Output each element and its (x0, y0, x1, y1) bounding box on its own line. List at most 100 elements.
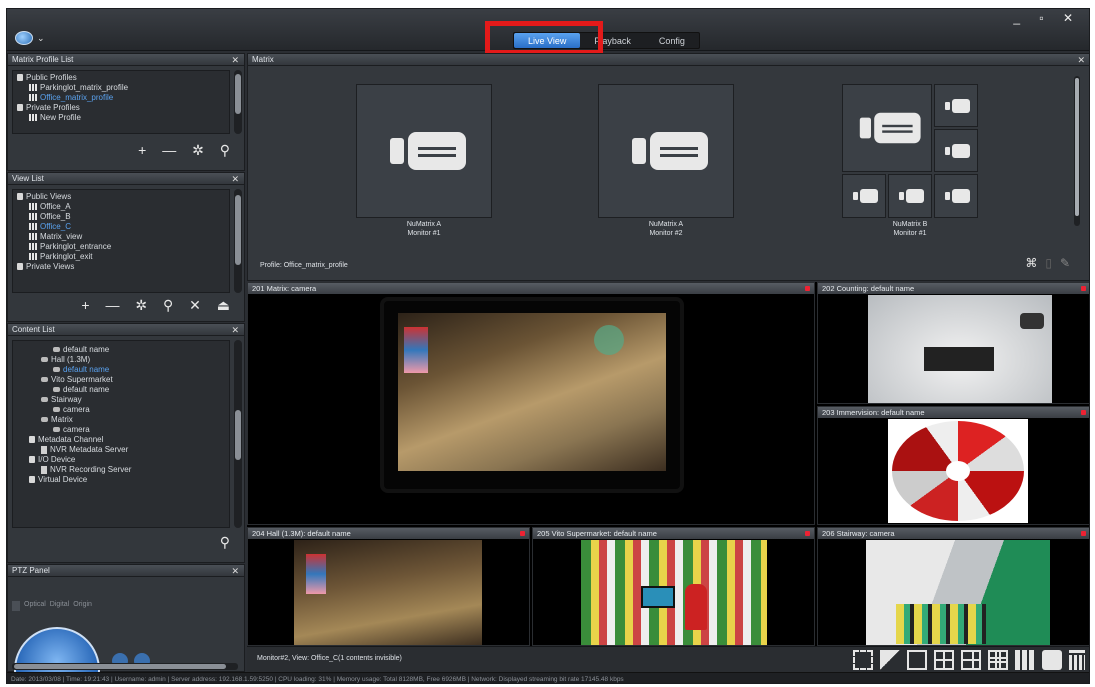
close-icon[interactable]: ✕ (1077, 54, 1085, 66)
tree-item[interactable]: camera (13, 425, 229, 435)
camera-cell-205[interactable]: 205 Vito Supermarket: default name (532, 527, 815, 646)
scrollbar[interactable] (234, 189, 242, 293)
view-tools-toolbar[interactable]: + — ✲ ⚲ ✕ ⏏ (81, 297, 236, 314)
tree-item[interactable]: NVR Recording Server (13, 465, 229, 475)
tree-item[interactable]: I/O Device (13, 455, 229, 465)
matrix-monitor-1[interactable] (356, 84, 492, 218)
matrix-monitor-2[interactable] (598, 84, 734, 218)
close-icon[interactable]: ✕ (231, 173, 239, 185)
tree-item-label: Public Profiles (26, 73, 77, 82)
delete-icon[interactable]: ▯ (1045, 256, 1060, 270)
camera-cell-206[interactable]: 206 Stairway: camera (817, 527, 1089, 646)
tree-item[interactable]: NVR Metadata Server (13, 445, 229, 455)
tree-item[interactable]: Office_B (13, 212, 229, 222)
camera-icon (41, 417, 48, 423)
monitor-subcell[interactable] (888, 174, 932, 218)
scrollbar[interactable] (1074, 76, 1080, 226)
folder-icon (17, 104, 23, 112)
snapshot-camera-icon[interactable] (1042, 650, 1062, 670)
tree-item[interactable]: default name (13, 365, 229, 375)
tab-playback[interactable]: Playback (580, 33, 645, 48)
tree-item[interactable]: Matrix_view (13, 232, 229, 242)
panel-title: PTZ Panel (12, 566, 50, 575)
edit-icon[interactable]: ✎ (1060, 256, 1078, 270)
profile-tools-toolbar[interactable]: + — ✲ ⚲ (138, 142, 236, 159)
panel-title: Content List (12, 325, 55, 334)
tree-item[interactable]: Parkinglot_entrance (13, 242, 229, 252)
tree-item[interactable]: Metadata Channel (13, 435, 229, 445)
tree-item[interactable]: camera (13, 405, 229, 415)
tree-item[interactable]: default name (13, 345, 229, 355)
folder-icon (17, 74, 23, 82)
tree-item[interactable]: Office_C (13, 222, 229, 232)
tree-item[interactable]: New Profile (13, 113, 229, 123)
tree-item[interactable]: Virtual Device (13, 475, 229, 485)
chevron-down-icon[interactable]: ⌄ (37, 33, 45, 44)
tree-item[interactable]: Vito Supermarket (13, 375, 229, 385)
globe-logo-icon[interactable] (15, 31, 33, 45)
tree-item-label: Matrix (51, 415, 73, 424)
trash-icon[interactable] (1069, 650, 1085, 670)
tree-item[interactable]: Matrix (13, 415, 229, 425)
tab-live-view[interactable]: Live View (514, 33, 581, 48)
camera-cell-204[interactable]: 204 Hall (1.3M): default name (247, 527, 530, 646)
camera-title-bar: 204 Hall (1.3M): default name (248, 528, 529, 539)
tree-item-label: NVR Recording Server (50, 465, 132, 474)
grid-icon (29, 203, 37, 211)
tab-digital[interactable]: Digital (50, 601, 69, 611)
monitor-subcell[interactable] (934, 174, 978, 218)
camera-cell-201[interactable]: 201 Matrix: camera (247, 282, 815, 525)
folder-icon (29, 456, 35, 464)
tree-item-label: Parkinglot_matrix_profile (40, 83, 129, 92)
tree-item[interactable]: Private Views (13, 262, 229, 272)
restore-layout-icon[interactable] (880, 650, 900, 670)
tab-optical[interactable]: Optical (24, 601, 46, 611)
window-controls[interactable]: _ ▫ ✕ (1013, 11, 1081, 25)
layout-2x2-icon[interactable] (934, 650, 954, 670)
tree-item[interactable]: Stairway (13, 395, 229, 405)
monitor-subcell[interactable] (842, 174, 886, 218)
horizontal-scrollbar[interactable] (12, 663, 238, 670)
close-icon[interactable]: ✕ (231, 324, 239, 336)
tab-origin[interactable]: Origin (73, 601, 92, 611)
monitor-icon (626, 132, 708, 170)
tab-handle[interactable] (12, 601, 20, 611)
search-icon[interactable]: ⚲ (220, 534, 236, 551)
tree-item[interactable]: Parkinglot_exit (13, 252, 229, 262)
camera-title-bar: 202 Counting: default name (818, 283, 1089, 294)
tree-item-label: Matrix_view (40, 232, 83, 241)
ptz-panel: PTZ Panel ✕ Optical Digital Origin (7, 564, 245, 683)
close-icon[interactable]: ✕ (231, 54, 239, 66)
matrix-profile-list-panel: Matrix Profile List ✕ Public Profiles Park… (7, 53, 245, 171)
tree-item[interactable]: Hall (1.3M) (13, 355, 229, 365)
layout-3x3-icon[interactable] (988, 650, 1008, 670)
camera-cell-203[interactable]: 203 Immervision: default name (817, 406, 1089, 525)
monitor-subcell[interactable] (842, 84, 932, 172)
layout-1x1-icon[interactable] (907, 650, 927, 670)
custom-layout-icon[interactable] (1015, 650, 1035, 670)
grid-icon (29, 213, 37, 221)
camera-video-frame (294, 540, 482, 645)
grid-icon (29, 114, 37, 122)
tree-item[interactable]: Parkinglot_matrix_profile (13, 83, 229, 93)
tree-item[interactable]: Public Profiles (13, 73, 229, 83)
ptz-tabs: Optical Digital Origin (12, 601, 92, 611)
content-tree: default name Hall (1.3M) default name Vito … (12, 340, 230, 528)
matrix-layout-icon[interactable]: ⌘ (1025, 256, 1045, 270)
layout-1plus5-icon[interactable] (961, 650, 981, 670)
camera-cell-202[interactable]: 202 Counting: default name (817, 282, 1089, 404)
tab-config[interactable]: Config (645, 33, 699, 48)
tree-item[interactable]: default name (13, 385, 229, 395)
tree-item[interactable]: Office_A (13, 202, 229, 212)
fullscreen-icon[interactable] (853, 650, 873, 670)
matrix-monitor-3-split[interactable] (842, 84, 978, 218)
monitor-subcell[interactable] (934, 129, 978, 172)
close-icon[interactable]: ✕ (231, 565, 239, 577)
tree-item-label: Metadata Channel (38, 435, 104, 444)
monitor-subcell[interactable] (934, 84, 978, 127)
tree-item[interactable]: Public Views (13, 192, 229, 202)
scrollbar[interactable] (234, 340, 242, 528)
scrollbar[interactable] (234, 70, 242, 134)
tree-item[interactable]: Private Profiles (13, 103, 229, 113)
tree-item[interactable]: Office_matrix_profile (13, 93, 229, 103)
